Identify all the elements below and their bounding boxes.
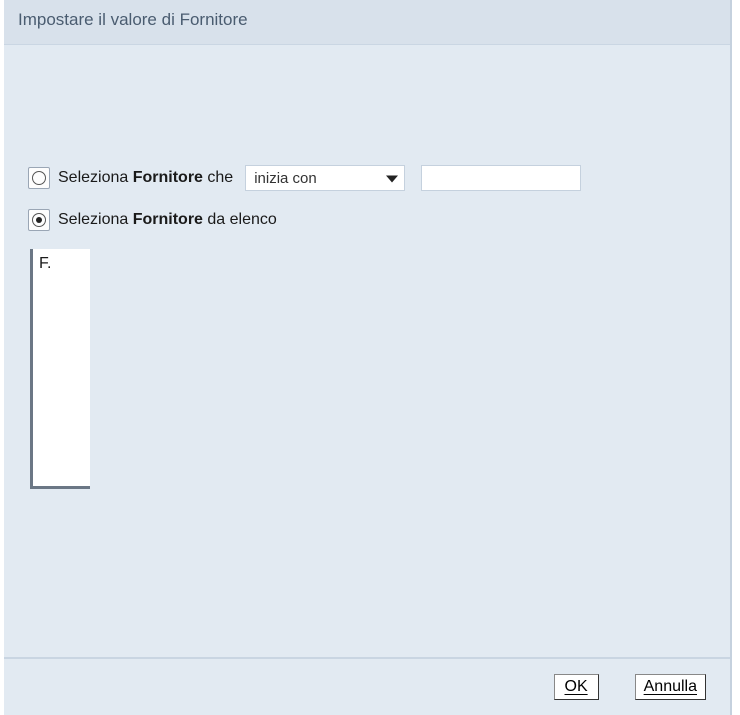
radio-circle-icon — [32, 171, 46, 185]
match-type-dropdown[interactable]: inizia con — [245, 165, 405, 191]
label-bold: Fornitore — [133, 211, 203, 228]
label-bold: Fornitore — [133, 169, 203, 186]
option-by-text-row: Seleziona Fornitore che inizia con — [28, 165, 706, 191]
option-by-list-label: Seleziona Fornitore da elenco — [58, 211, 277, 229]
label-suffix: da elenco — [207, 211, 276, 228]
set-value-dialog: Impostare il valore di Fornitore Selezio… — [4, 0, 732, 715]
option-by-text-label: Seleziona Fornitore che — [58, 169, 233, 187]
cancel-button[interactable]: Annulla — [635, 674, 706, 700]
radio-by-text[interactable] — [28, 167, 50, 189]
label-prefix: Seleziona — [58, 169, 128, 186]
chevron-down-icon — [386, 176, 398, 183]
match-value-input[interactable] — [421, 165, 581, 191]
dialog-body: Seleziona Fornitore che inizia con Selez… — [4, 45, 730, 509]
label-prefix: Seleziona — [58, 211, 128, 228]
list-item[interactable]: F. — [39, 255, 84, 273]
radio-by-list[interactable] — [28, 209, 50, 231]
dropdown-value: inizia con — [254, 170, 317, 187]
label-suffix: che — [207, 169, 233, 186]
dialog-title: Impostare il valore di Fornitore — [4, 0, 730, 45]
ok-button[interactable]: OK — [554, 674, 599, 700]
fornitore-listbox[interactable]: F. — [30, 249, 90, 489]
option-by-list-row: Seleziona Fornitore da elenco — [28, 209, 706, 231]
radio-dot-icon — [36, 217, 42, 223]
dialog-footer: OK Annulla — [4, 657, 730, 715]
radio-circle-icon — [32, 213, 46, 227]
